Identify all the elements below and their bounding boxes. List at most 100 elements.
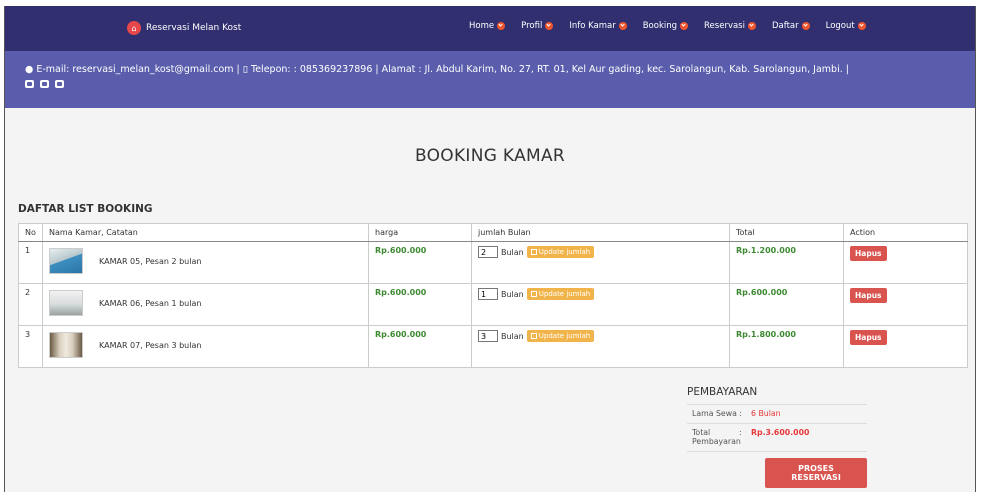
facebook-icon[interactable] <box>25 80 34 88</box>
row-total: Rp.1.800.000 <box>729 325 844 368</box>
chevron-down-icon <box>801 22 810 30</box>
row-total: Rp.600.000 <box>729 283 844 326</box>
col-total: Total <box>729 223 844 242</box>
chevron-down-icon <box>618 22 627 30</box>
row-no: 3 <box>18 325 43 368</box>
menu-booking-label: Booking <box>642 21 678 31</box>
brand-name: Reservasi Melan Kost <box>146 23 242 33</box>
total-text: Rp.600.000 <box>736 288 788 297</box>
price-text: Rp.600.000 <box>375 246 427 255</box>
row-name: KAMAR 05, Pesan 2 bulan <box>99 256 202 266</box>
menu-home-label: Home <box>469 21 495 31</box>
menu-daftar[interactable]: Daftar <box>764 19 818 33</box>
menu-logout-label: Logout <box>825 21 855 31</box>
table-row: 3 KAMAR 07, Pesan 3 bulan Rp.600.000 Bul… <box>18 325 968 368</box>
row-action: Hapus <box>843 283 968 326</box>
list-title: DAFTAR LIST BOOKING <box>18 203 153 215</box>
summary-title: PEMBAYARAN <box>687 386 758 398</box>
table-row: 2 KAMAR 06, Pesan 1 bulan Rp.600.000 Bul… <box>18 283 968 326</box>
edit-icon <box>530 333 537 339</box>
row-jumlah: Bulan Update jumlah <box>471 325 730 368</box>
total-pembayaran-value: Rp.3.600.000 <box>751 428 810 437</box>
email-icon[interactable] <box>40 80 49 88</box>
menu-daftar-label: Daftar <box>771 21 799 31</box>
menu-reservasi[interactable]: Reservasi <box>696 19 764 33</box>
payment-summary: PEMBAYARAN Lama Sewa : 6 Bulan Total Pem… <box>687 386 867 488</box>
col-no: No <box>18 223 43 242</box>
menu-profil[interactable]: Profil <box>513 19 561 33</box>
row-action: Hapus <box>843 241 968 284</box>
row-name-cell: KAMAR 06, Pesan 1 bulan <box>42 283 369 326</box>
hapus-button[interactable]: Hapus <box>850 288 887 303</box>
qty-input[interactable] <box>478 330 498 342</box>
row-jumlah: Bulan Update jumlah <box>471 241 730 284</box>
total-text: Rp.1.200.000 <box>736 246 796 255</box>
table-header-row: No Nama Kamar, Catatan harga jumlah Bula… <box>18 223 968 242</box>
menu-profil-label: Profil <box>521 21 543 31</box>
proses-reservasi-button[interactable]: PROSES RESERVASI <box>765 458 867 488</box>
price-text: Rp.600.000 <box>375 330 427 339</box>
total-text: Rp.1.800.000 <box>736 330 796 339</box>
chevron-down-icon <box>857 22 866 30</box>
brand[interactable]: ⌂ Reservasi Melan Kost <box>127 21 241 35</box>
booking-table: No Nama Kamar, Catatan harga jumlah Bula… <box>18 223 968 368</box>
row-total: Rp.1.200.000 <box>729 241 844 284</box>
menu-booking[interactable]: Booking <box>635 19 696 33</box>
edit-icon <box>530 291 537 297</box>
total-pembayaran-row: Total Pembayaran : Rp.3.600.000 <box>687 423 867 452</box>
room-photo[interactable] <box>49 332 83 358</box>
row-name-cell: KAMAR 07, Pesan 3 bulan <box>42 325 369 368</box>
unit-label: Bulan <box>501 247 524 257</box>
row-action: Hapus <box>843 325 968 368</box>
update-label: Update jumlah <box>538 332 591 340</box>
twitter-icon[interactable] <box>55 80 64 88</box>
menu-reservasi-label: Reservasi <box>704 21 745 31</box>
menu-info-kamar[interactable]: Info Kamar <box>561 19 634 33</box>
update-label: Update jumlah <box>538 248 591 256</box>
menu-logout[interactable]: Logout <box>818 19 874 33</box>
unit-label: Bulan <box>501 331 524 341</box>
room-photo[interactable] <box>49 248 83 274</box>
page-frame: ⌂ Reservasi Melan Kost Home Profil Info … <box>4 6 976 492</box>
row-no: 2 <box>18 283 43 326</box>
row-harga: Rp.600.000 <box>368 325 472 368</box>
update-jumlah-button[interactable]: Update jumlah <box>526 246 595 258</box>
navbar: ⌂ Reservasi Melan Kost Home Profil Info … <box>5 6 975 51</box>
chevron-down-icon <box>747 22 756 30</box>
lama-sewa-label: Lama Sewa <box>692 409 737 418</box>
colon: : <box>739 428 742 437</box>
col-action: Action <box>843 223 968 242</box>
edit-icon <box>530 249 537 255</box>
contact-text: E-mail: reservasi_melan_kost@gmail.com |… <box>36 64 849 75</box>
row-harga: Rp.600.000 <box>368 241 472 284</box>
qty-input[interactable] <box>478 246 498 258</box>
globe-icon: ● <box>25 64 34 75</box>
total-pembayaran-label: Total Pembayaran <box>692 428 741 446</box>
update-jumlah-button[interactable]: Update jumlah <box>526 330 595 342</box>
col-jumlah: jumlah Bulan <box>471 223 730 242</box>
row-no: 1 <box>18 241 43 284</box>
row-name-cell: KAMAR 05, Pesan 2 bulan <box>42 241 369 284</box>
chevron-down-icon <box>680 22 689 30</box>
price-text: Rp.600.000 <box>375 288 427 297</box>
lama-sewa-value: 6 Bulan <box>751 409 781 418</box>
colon: : <box>739 409 742 418</box>
update-jumlah-button[interactable]: Update jumlah <box>526 288 595 300</box>
row-name: KAMAR 07, Pesan 3 bulan <box>99 340 202 350</box>
contact-infobar: ● E-mail: reservasi_melan_kost@gmail.com… <box>5 51 975 108</box>
hapus-button[interactable]: Hapus <box>850 246 887 261</box>
menu-home[interactable]: Home <box>461 19 513 33</box>
social-links <box>25 80 956 88</box>
hapus-button[interactable]: Hapus <box>850 330 887 345</box>
menu-info-kamar-label: Info Kamar <box>569 21 616 31</box>
update-label: Update jumlah <box>538 290 591 298</box>
chevron-down-icon <box>497 22 506 30</box>
table-row: 1 KAMAR 05, Pesan 2 bulan Rp.600.000 Bul… <box>18 241 968 284</box>
row-jumlah: Bulan Update jumlah <box>471 283 730 326</box>
qty-input[interactable] <box>478 288 498 300</box>
room-photo[interactable] <box>49 290 83 316</box>
lama-sewa-row: Lama Sewa : 6 Bulan <box>687 404 867 423</box>
row-name: KAMAR 06, Pesan 1 bulan <box>99 298 202 308</box>
house-icon: ⌂ <box>127 21 141 35</box>
col-name: Nama Kamar, Catatan <box>42 223 369 242</box>
